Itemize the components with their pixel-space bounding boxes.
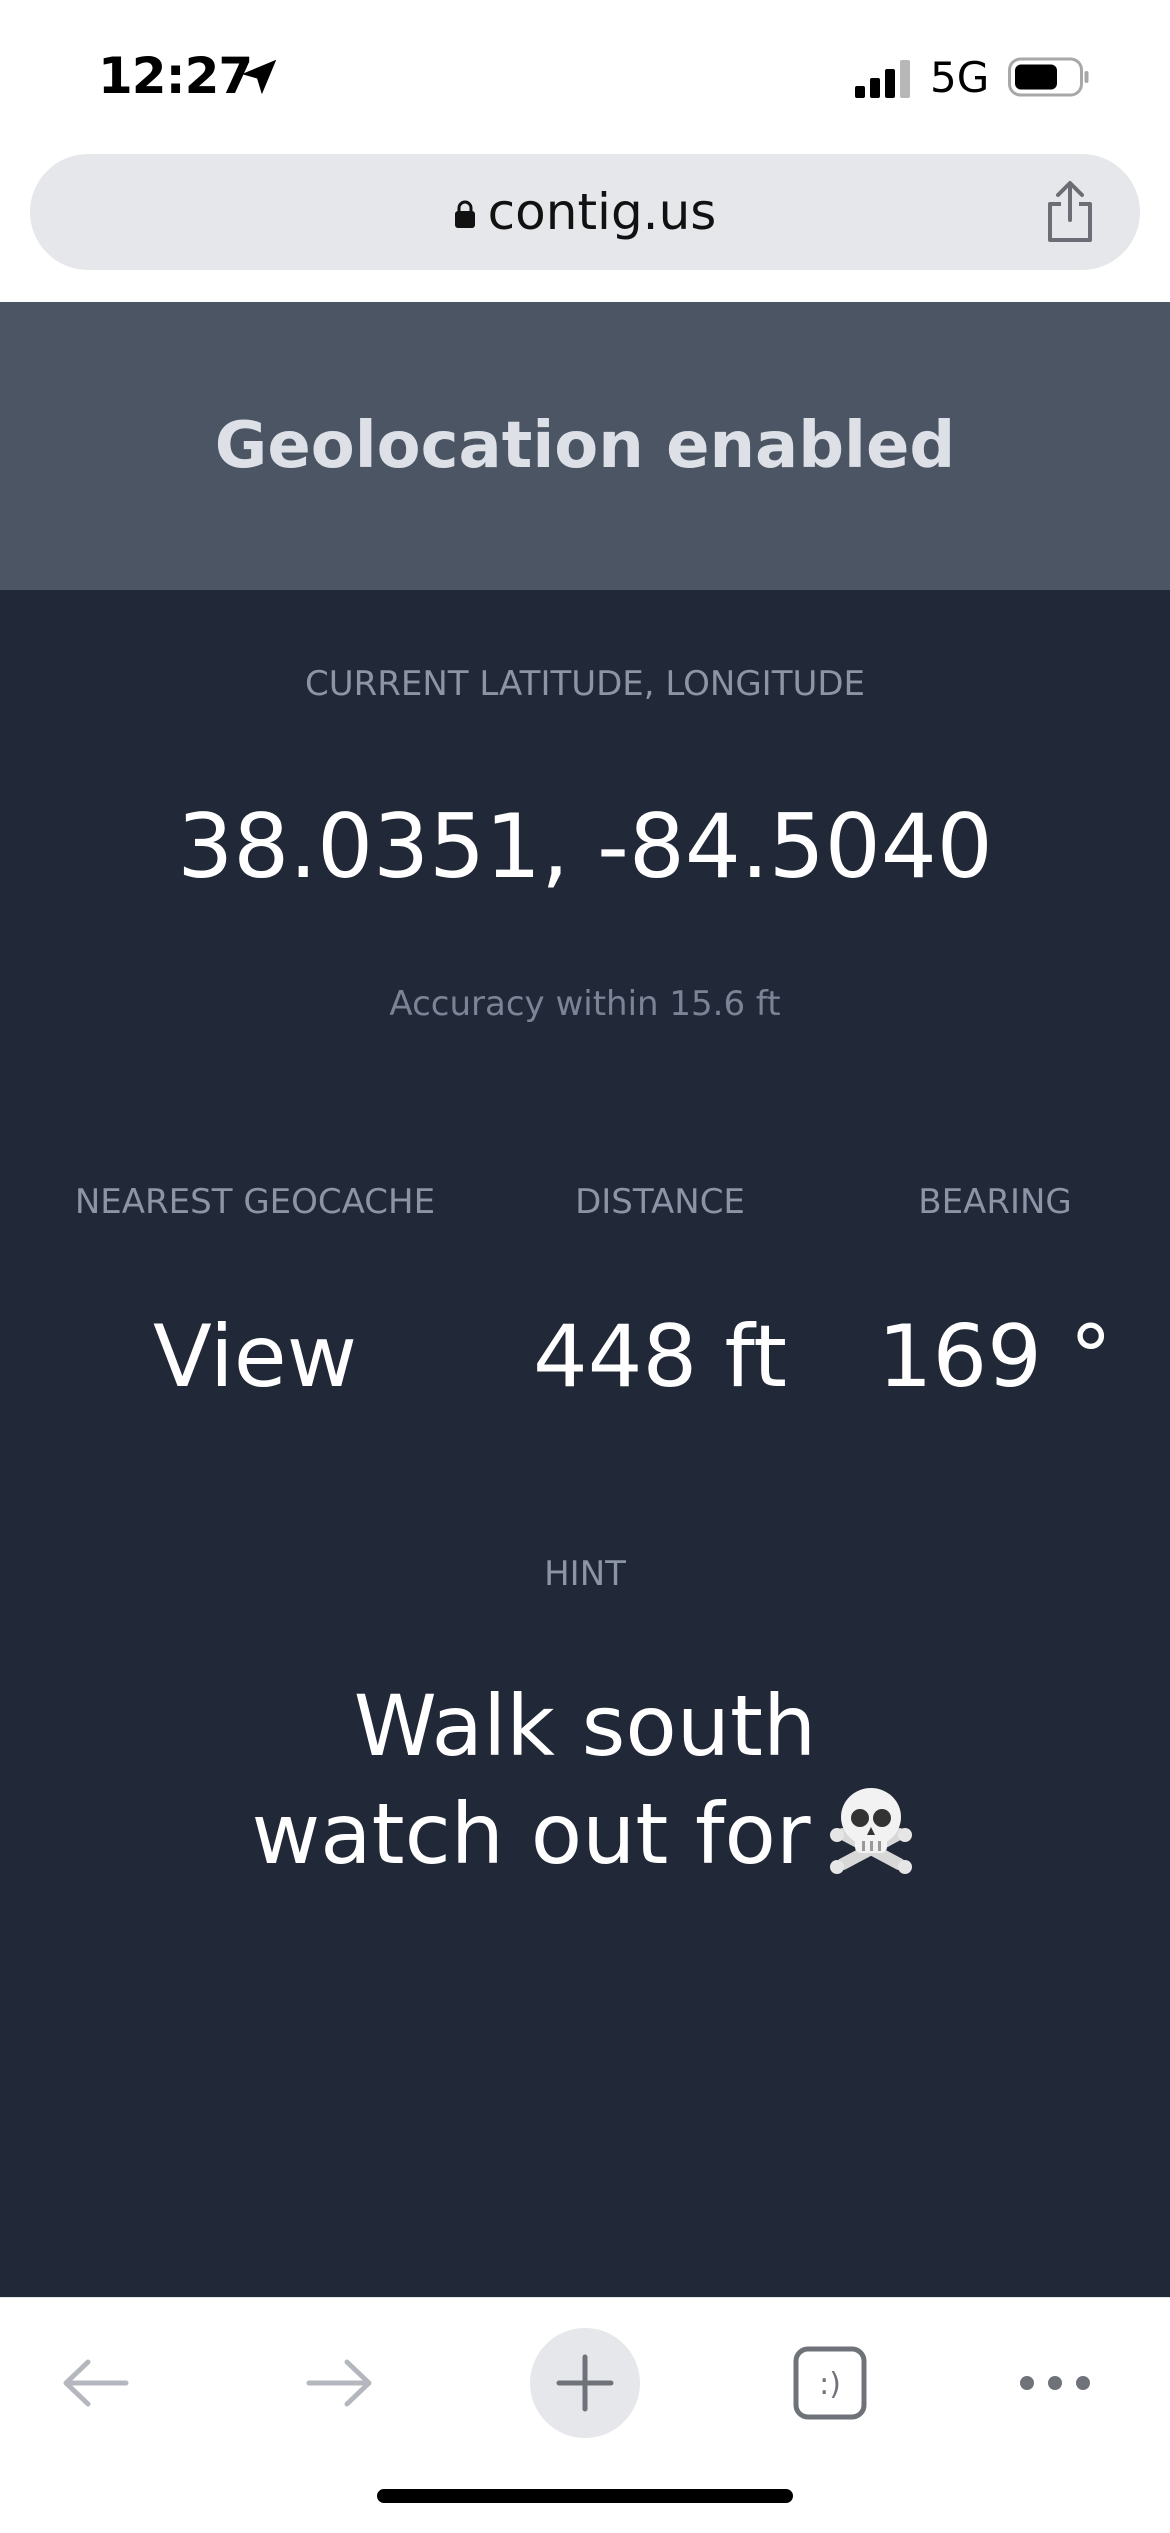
url-text[interactable]: contig.us xyxy=(488,182,717,242)
hint-line-1: Walk south xyxy=(353,1677,817,1775)
tabs-button[interactable]: :) xyxy=(775,2328,885,2438)
more-icon xyxy=(1020,2376,1090,2390)
hint-line-2-text: watch out for xyxy=(251,1785,811,1883)
hint-label: HINT xyxy=(544,1554,626,1594)
tabs-glyph: :) xyxy=(819,2367,841,2402)
status-bar: 12:27 5G xyxy=(0,0,1170,150)
network-label: 5G xyxy=(930,53,990,102)
view-geocache-link[interactable]: View xyxy=(40,1302,470,1412)
geolocation-status: Geolocation enabled xyxy=(214,409,956,483)
hint-line-2: watch out for xyxy=(0,1780,1170,1888)
plus-icon xyxy=(556,2354,614,2412)
back-button[interactable] xyxy=(40,2328,150,2438)
status-time: 12:27 xyxy=(98,47,253,105)
new-tab-button[interactable] xyxy=(530,2328,640,2438)
nearest-geocache-label: NEAREST GEOCACHE xyxy=(74,1182,436,1222)
skull-crossbones-icon xyxy=(829,1788,912,1874)
bearing-label: BEARING xyxy=(918,1182,1072,1222)
distance-label: DISTANCE xyxy=(575,1182,745,1222)
coordinates-value: 38.0351, -84.5040 xyxy=(177,795,993,898)
back-arrow-icon xyxy=(63,2359,129,2407)
address-bar[interactable]: contig.us xyxy=(30,154,1140,270)
coordinates-label: CURRENT LATITUDE, LONGITUDE xyxy=(304,664,866,704)
signal-icon xyxy=(855,60,910,98)
accuracy-text: Accuracy within 15.6 ft xyxy=(389,984,781,1024)
tabs-icon: :) xyxy=(793,2346,867,2420)
lock-icon xyxy=(454,200,475,228)
geocache-page: Geolocation enabled CURRENT LATITUDE, LO… xyxy=(0,302,1170,2297)
geolocation-banner: Geolocation enabled xyxy=(0,302,1170,590)
hint-text: Walk south watch out for xyxy=(0,1672,1170,1888)
share-icon[interactable] xyxy=(1040,180,1100,244)
bearing-value: 169 ° xyxy=(877,1307,1113,1407)
forward-arrow-icon xyxy=(306,2359,372,2407)
distance-value: 448 ft xyxy=(533,1307,787,1407)
battery-icon xyxy=(1008,57,1089,97)
more-menu-button[interactable] xyxy=(1000,2328,1110,2438)
location-arrow-icon xyxy=(241,59,277,95)
forward-button[interactable] xyxy=(285,2328,395,2438)
home-indicator[interactable] xyxy=(377,2489,793,2503)
